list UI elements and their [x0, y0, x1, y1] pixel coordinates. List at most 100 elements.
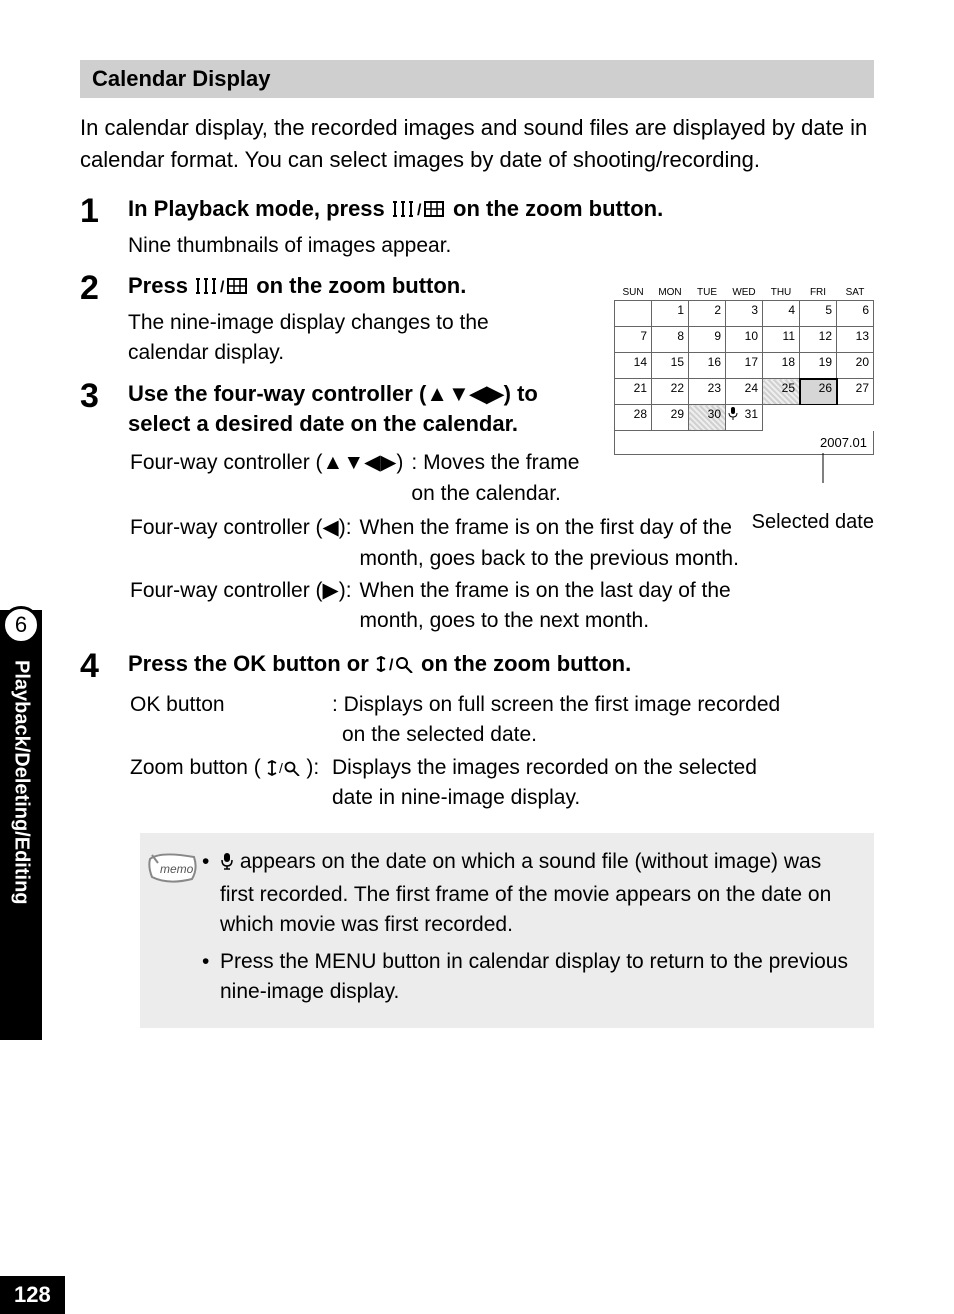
- arrows-icon: ▲▼◀▶: [426, 381, 503, 406]
- cal-cell-thumb: 30: [689, 405, 726, 431]
- calendar-footer: 2007.01: [614, 431, 874, 455]
- step-3-title: Use the four-way controller (▲▼◀▶) to se…: [128, 379, 568, 441]
- step-number: 4: [80, 649, 128, 683]
- svg-text:memo: memo: [160, 862, 194, 876]
- section-title: Calendar Display: [80, 60, 874, 98]
- cal-cell: 19: [800, 353, 837, 379]
- s3-row3-r2: month, goes to the next month.: [360, 609, 650, 632]
- cal-cell-empty: [800, 405, 837, 431]
- step-1-title: In Playback mode, press /: [128, 194, 874, 227]
- s4-row1-l: OK button: [130, 693, 225, 716]
- step-number: 2: [80, 271, 128, 305]
- cal-day-head: SAT: [837, 285, 874, 301]
- mic-icon: [728, 407, 738, 424]
- s3-row1-r1: : Moves the frame: [411, 451, 579, 474]
- calendar-figure: SUN MON TUE WED THU FRI SAT 1 2 3 4 5 6 …: [614, 285, 874, 534]
- memo-block: memo appears on the date on which a soun…: [140, 833, 874, 1027]
- mic-icon: [220, 849, 234, 879]
- intro-text: In calendar display, the recorded images…: [80, 112, 874, 176]
- zoom-in-icon: /: [375, 651, 415, 682]
- step-4-title-a: Press the OK button or: [128, 651, 375, 676]
- cal-cell-val: 31: [745, 407, 758, 421]
- cal-cell: 28: [615, 405, 652, 431]
- cal-day-head: TUE: [689, 285, 726, 301]
- s4-row2-r2: date in nine-image display.: [332, 786, 580, 809]
- cal-cell: 6: [837, 301, 874, 327]
- cal-cell: 10: [726, 327, 763, 353]
- cal-cell: 7: [615, 327, 652, 353]
- svg-text:/: /: [417, 202, 422, 218]
- cal-cell: 23: [689, 379, 726, 405]
- memo-item-2: Press the MENU button in calendar displa…: [202, 947, 858, 1008]
- chapter-number: 6: [2, 606, 40, 644]
- chapter-label: Playback/Deleting/Editing: [0, 654, 42, 1034]
- s4-row1-r2: on the selected date.: [332, 723, 537, 746]
- cal-cell: 24: [726, 379, 763, 405]
- cal-cell: 21: [615, 379, 652, 405]
- svg-text:/: /: [220, 279, 225, 295]
- calendar-table: SUN MON TUE WED THU FRI SAT 1 2 3 4 5 6 …: [614, 285, 874, 431]
- cal-day-head: THU: [763, 285, 800, 301]
- step-4-table: OK button : Displays on full screen the …: [128, 688, 788, 816]
- s3-row1-r2: on the calendar.: [411, 482, 560, 505]
- step-1-title-b: on the zoom button.: [453, 196, 663, 221]
- cal-cell: 27: [837, 379, 874, 405]
- cal-cell: 18: [763, 353, 800, 379]
- step-2-title-b: on the zoom button.: [256, 273, 466, 298]
- zoom-out-multi-icon: /: [391, 196, 447, 227]
- s4-row2-l-a: Zoom button (: [130, 756, 267, 779]
- cal-cell: 14: [615, 353, 652, 379]
- memo-icon: memo: [148, 851, 202, 890]
- cal-cell: 12: [800, 327, 837, 353]
- s3-row1-l: Four-way controller (▲▼◀▶): [130, 451, 403, 474]
- cal-cell: 3: [726, 301, 763, 327]
- cal-day-head: MON: [652, 285, 689, 301]
- cal-cell: 22: [652, 379, 689, 405]
- cal-cell-mic: 31: [726, 405, 763, 431]
- s3-row3-r1: When the frame is on the last day of the: [360, 579, 731, 602]
- chapter-tab: 6 Playback/Deleting/Editing: [0, 610, 42, 1040]
- step-1: 1 In Playback mode, press /: [80, 194, 874, 261]
- step-2-title-a: Press: [128, 273, 194, 298]
- step-number: 3: [80, 379, 128, 413]
- cal-cell: 4: [763, 301, 800, 327]
- svg-text:/: /: [389, 657, 394, 673]
- step-4-title-b: on the zoom button.: [421, 651, 631, 676]
- cal-day-head: SUN: [615, 285, 652, 301]
- zoom-out-multi-icon: /: [194, 273, 250, 304]
- memo-item-1-text: appears on the date on which a sound fil…: [220, 850, 831, 936]
- cal-cell: 9: [689, 327, 726, 353]
- memo-body: appears on the date on which a sound fil…: [202, 847, 858, 1013]
- s3-row2-l: Four-way controller (◀):: [130, 516, 352, 539]
- cal-day-head: WED: [726, 285, 763, 301]
- cal-cell: 1: [652, 301, 689, 327]
- cal-cell: 17: [726, 353, 763, 379]
- memo-item-1: appears on the date on which a sound fil…: [202, 847, 858, 940]
- s4-row2-l-b: ):: [306, 756, 319, 779]
- step-1-desc: Nine thumbnails of images appear.: [128, 231, 874, 261]
- cal-cell: [615, 301, 652, 327]
- zoom-in-icon: /: [267, 755, 301, 785]
- cal-cell: 29: [652, 405, 689, 431]
- cal-cell: 13: [837, 327, 874, 353]
- cal-cell: 16: [689, 353, 726, 379]
- step-2-desc: The nine-image display changes to the ca…: [128, 308, 568, 369]
- cal-cell: 11: [763, 327, 800, 353]
- s3-row2-r2: month, goes back to the previous month.: [360, 547, 739, 570]
- cal-cell: 15: [652, 353, 689, 379]
- cal-cell: 5: [800, 301, 837, 327]
- cal-cell-thumb: 25: [763, 379, 800, 405]
- step-3-title-a: Use the four-way controller (: [128, 381, 426, 406]
- s4-row2-r1: Displays the images recorded on the sele…: [332, 756, 757, 779]
- step-number: 1: [80, 194, 128, 228]
- step-1-title-a: In Playback mode, press: [128, 196, 391, 221]
- s3-row3-l: Four-way controller (▶):: [130, 579, 352, 602]
- svg-text:/: /: [279, 760, 283, 776]
- step-3-table: Four-way controller (▲▼◀▶) : Moves the f…: [128, 446, 587, 511]
- cal-cell: 8: [652, 327, 689, 353]
- cal-cell: 2: [689, 301, 726, 327]
- cal-cell: 20: [837, 353, 874, 379]
- cal-cell-empty: [763, 405, 800, 431]
- calendar-caption: Selected date: [614, 511, 874, 534]
- cal-cell-selected: 26: [800, 379, 837, 405]
